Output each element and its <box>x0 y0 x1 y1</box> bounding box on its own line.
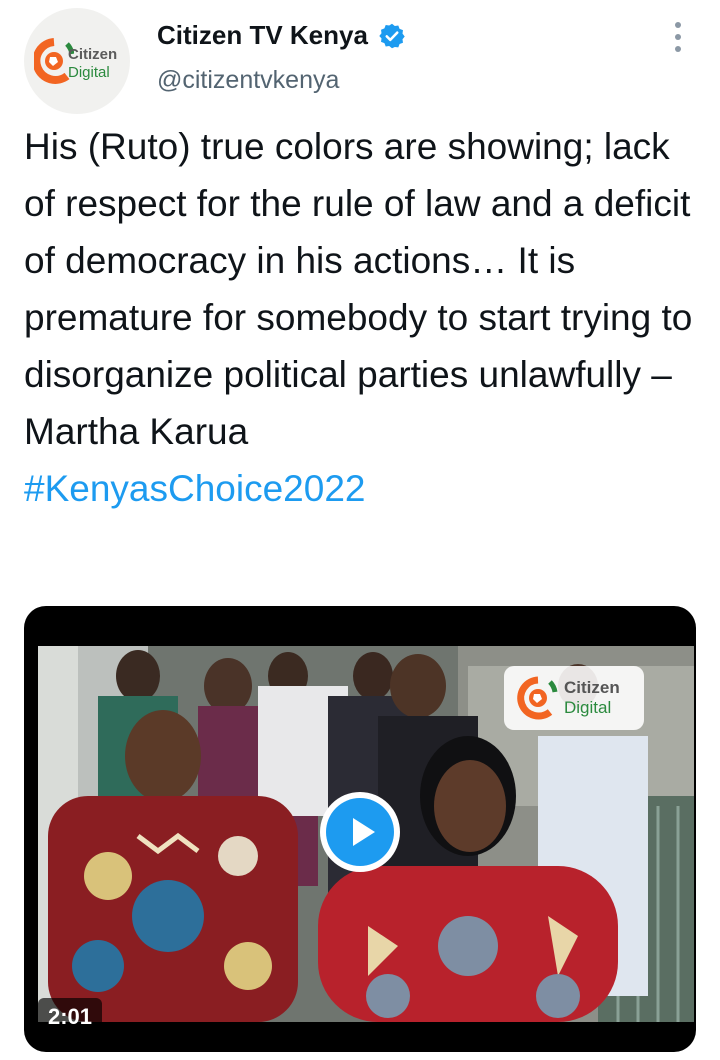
video-player[interactable]: Citizen Digital 2:01 <box>24 606 696 1052</box>
watermark-text-citizen: Citizen <box>564 678 620 697</box>
watermark-text-digital: Digital <box>564 698 612 717</box>
display-name[interactable]: Citizen TV Kenya <box>157 20 368 51</box>
hashtag-link[interactable]: #KenyasChoice2022 <box>24 460 696 517</box>
avatar[interactable]: Citizen Digital <box>24 8 130 114</box>
play-icon <box>326 798 394 866</box>
more-dot <box>675 46 681 52</box>
citizen-digital-logo: Citizen Digital <box>32 32 124 90</box>
play-button[interactable] <box>320 792 400 872</box>
video-duration: 2:01 <box>38 998 103 1036</box>
tweet-text: His (Ruto) true colors are showing; lack… <box>24 118 696 517</box>
more-dot <box>675 34 681 40</box>
logo-text-digital: Digital <box>68 64 110 81</box>
tweet-card: Citizen Digital Citizen TV Kenya @citize… <box>0 0 720 1060</box>
logo-text-citizen: Citizen <box>68 46 118 63</box>
video-watermark: Citizen Digital <box>504 666 644 730</box>
tweet-body: His (Ruto) true colors are showing; lack… <box>24 126 693 452</box>
account-name-row[interactable]: Citizen TV Kenya <box>157 20 406 51</box>
verified-badge-icon <box>379 23 405 48</box>
more-dot <box>675 22 681 28</box>
account-handle[interactable]: @citizentvkenya <box>157 66 339 95</box>
more-options-icon[interactable] <box>668 22 688 52</box>
